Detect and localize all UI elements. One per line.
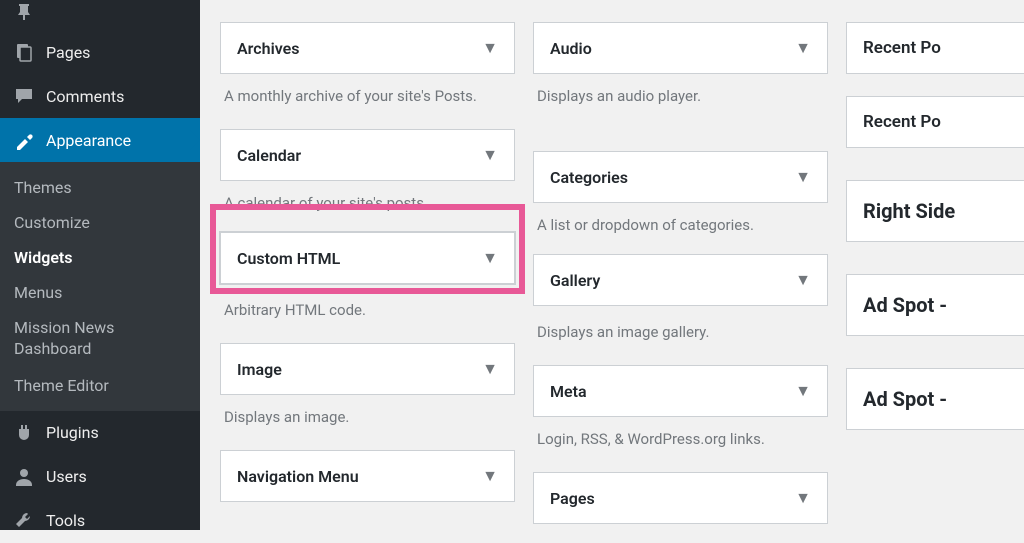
chevron-down-icon: ▼ [795,38,811,58]
widget-title: Custom HTML [237,249,340,268]
widget-description: A monthly archive of your site's Posts. [220,74,515,107]
widget-area-recent-posts-1[interactable]: Recent Po [846,22,1024,74]
widget-title: Archives [237,39,299,58]
sidebar-item-label: Users [46,467,87,486]
widget-image[interactable]: Image ▼ [220,343,515,395]
widget-custom-html[interactable]: Custom HTML ▼ [220,232,515,284]
widget-title: Audio [550,39,592,58]
widget-title: Gallery [550,271,600,290]
submenu-mission-news[interactable]: Mission News Dashboard [0,310,200,368]
appearance-icon [12,128,36,152]
sidebar-item-comments[interactable]: Comments [0,74,200,118]
widget-gallery[interactable]: Gallery ▼ [533,254,828,306]
widget-description: Arbitrary HTML code. [220,284,515,321]
widget-column-2: Audio ▼ Displays an audio player. Catego… [533,0,828,530]
widget-column-1: Archives ▼ A monthly archive of your sit… [220,0,515,530]
widget-title: Pages [550,489,595,508]
widget-title: Meta [550,382,587,401]
widget-areas-column: Recent Po Recent Po Right Side Ad Spot -… [846,0,1024,530]
widget-description: Displays an image. [220,395,515,428]
submenu-widgets[interactable]: Widgets [0,240,200,275]
submenu-menus[interactable]: Menus [0,275,200,310]
admin-sidebar: Pages Comments Appearance Themes Customi… [0,0,200,530]
pin-icon [12,0,36,24]
widget-audio[interactable]: Audio ▼ [533,22,828,74]
widget-area-ad-spot-1[interactable]: Ad Spot - [846,274,1024,336]
tools-icon [12,509,36,533]
sidebar-item-users[interactable]: Users [0,455,200,499]
submenu-theme-editor[interactable]: Theme Editor [0,368,200,403]
widget-categories[interactable]: Categories ▼ [533,151,828,203]
widget-title: Calendar [237,146,301,165]
chevron-down-icon: ▼ [795,381,811,401]
widget-area-ad-spot-2[interactable]: Ad Spot - [846,368,1024,430]
sidebar-item-posts-cut[interactable] [0,0,200,30]
widget-description: Login, RSS, & WordPress.org links. [533,417,828,450]
appearance-submenu: Themes Customize Widgets Menus Mission N… [0,162,200,411]
sidebar-item-label: Tools [46,511,85,530]
widget-navigation-menu[interactable]: Navigation Menu ▼ [220,450,515,502]
widget-area-right-side[interactable]: Right Side [846,180,1024,242]
widget-area-recent-posts-2[interactable]: Recent Po [846,96,1024,148]
sidebar-item-label: Pages [46,43,90,62]
chevron-down-icon: ▼ [795,270,811,290]
widget-archives[interactable]: Archives ▼ [220,22,515,74]
sidebar-item-appearance[interactable]: Appearance [0,118,200,162]
submenu-themes[interactable]: Themes [0,170,200,205]
widget-description: A calendar of your site's posts. [220,181,515,214]
submenu-customize[interactable]: Customize [0,205,200,240]
chevron-down-icon: ▼ [795,167,811,187]
sidebar-item-pages[interactable]: Pages [0,30,200,74]
widget-description: Displays an image gallery. [533,306,828,343]
widget-calendar[interactable]: Calendar ▼ [220,129,515,181]
chevron-down-icon: ▼ [482,145,498,165]
widget-title: Categories [550,168,628,187]
users-icon [12,465,36,489]
plugins-icon [12,421,36,445]
comments-icon [12,84,36,108]
sidebar-item-label: Comments [46,87,124,106]
chevron-down-icon: ▼ [482,248,498,268]
chevron-down-icon: ▼ [482,466,498,486]
chevron-down-icon: ▼ [482,359,498,379]
sidebar-item-label: Plugins [46,423,99,442]
pages-icon [12,40,36,64]
chevron-down-icon: ▼ [482,38,498,58]
chevron-down-icon: ▼ [795,488,811,508]
widget-custom-html-highlight: Custom HTML ▼ [220,214,515,284]
sidebar-item-tools[interactable]: Tools [0,499,200,543]
widget-meta[interactable]: Meta ▼ [533,365,828,417]
widget-pages[interactable]: Pages ▼ [533,472,828,524]
sidebar-item-label: Appearance [46,131,131,150]
main-content: Archives ▼ A monthly archive of your sit… [200,0,1024,530]
widget-description: A list or dropdown of categories. [533,203,828,236]
widget-title: Navigation Menu [237,467,359,486]
widget-title: Image [237,360,282,379]
widget-description: Displays an audio player. [533,74,828,107]
sidebar-item-plugins[interactable]: Plugins [0,411,200,455]
